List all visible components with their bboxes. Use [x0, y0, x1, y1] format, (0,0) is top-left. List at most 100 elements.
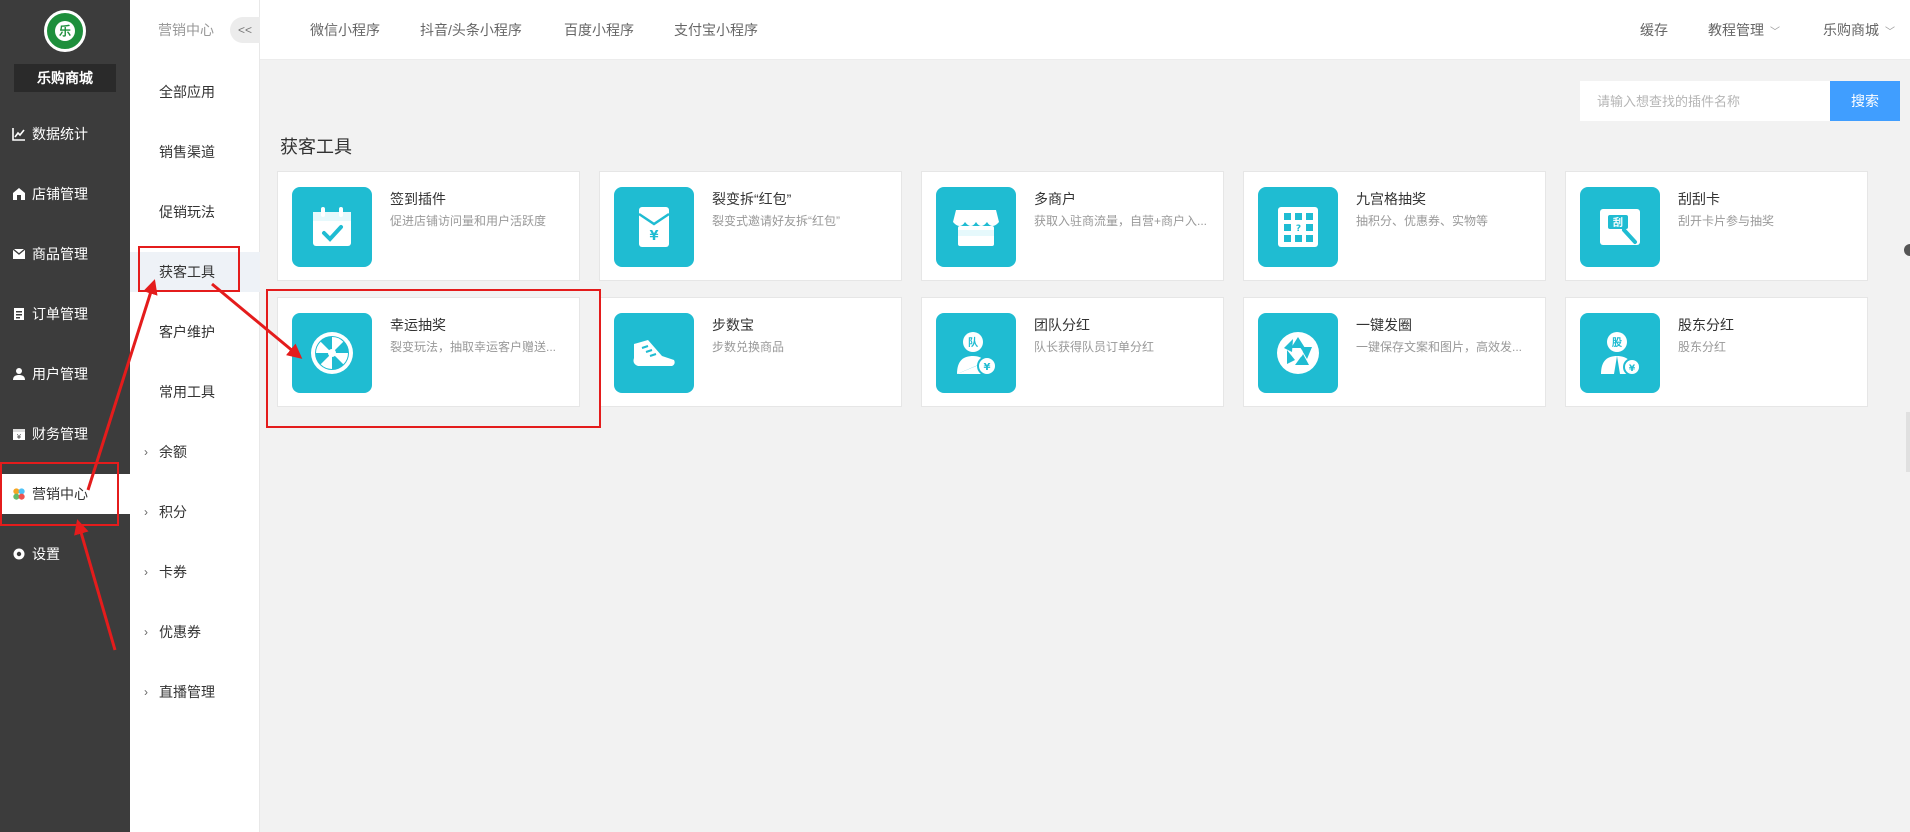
subnav-item-label: 优惠券	[159, 624, 201, 640]
camera-shutter-icon	[1258, 313, 1338, 393]
plugin-desc: 裂变式邀请好友拆“红包”	[712, 214, 840, 228]
plugin-title: 步数宝	[712, 317, 754, 333]
order-icon	[12, 307, 26, 321]
logo-icon: 乐	[55, 21, 75, 41]
gear-icon	[12, 547, 26, 561]
scrollbar[interactable]	[1906, 412, 1910, 472]
tab-wechat-miniapp[interactable]: 微信小程序	[310, 20, 380, 40]
edge-handle[interactable]	[1904, 244, 1910, 256]
svg-text:?: ?	[1296, 224, 1301, 234]
subnav-item-cards[interactable]: › 卡券	[130, 552, 260, 592]
nav-item-label: 数据统计	[32, 126, 88, 142]
subnav-item-all-apps[interactable]: 全部应用	[130, 72, 260, 112]
plugin-desc: 刮开卡片参与抽奖	[1678, 214, 1775, 228]
plugin-title: 签到插件	[390, 191, 446, 207]
plugin-title: 一键发圈	[1356, 317, 1412, 333]
tab-alipay-miniapp[interactable]: 支付宝小程序	[674, 20, 758, 40]
svg-text:¥: ¥	[649, 229, 658, 244]
highlight-box-marketing	[0, 462, 119, 526]
tab-baidu-miniapp[interactable]: 百度小程序	[564, 20, 634, 40]
plugin-desc: 获取入驻商流量，自营+商户入...	[1034, 214, 1208, 228]
nav-item-users[interactable]: 用户管理	[0, 354, 130, 394]
plugin-card-step-treasure[interactable]: 步数宝 步数兑换商品	[599, 297, 902, 407]
svg-text:¥: ¥	[984, 362, 991, 373]
plugin-title: 股东分红	[1678, 317, 1734, 333]
chart-line-icon	[12, 127, 26, 141]
plugin-card-scratch-card[interactable]: 刮 刮刮卡 刮开卡片参与抽奖	[1565, 171, 1868, 281]
nav-item-label: 财务管理	[32, 426, 88, 442]
svg-text:¥: ¥	[1629, 364, 1636, 374]
store-icon	[12, 187, 26, 201]
plugin-desc: 促进店铺访问量和用户活跃度	[390, 214, 547, 228]
red-envelope-icon: ¥	[614, 187, 694, 267]
plugin-card-team-dividend[interactable]: 队 ¥ 团队分红 队长获得队员订单分红	[921, 297, 1224, 407]
subnav-item-balance[interactable]: › 余额	[130, 432, 260, 472]
nav-item-data-stats[interactable]: 数据统计	[0, 114, 130, 154]
plugin-title: 多商户	[1034, 191, 1076, 207]
tutorial-menu[interactable]: 教程管理 ﹀	[1708, 20, 1780, 40]
nav-item-store[interactable]: 店铺管理	[0, 174, 130, 214]
nav-item-finance[interactable]: ¥ 财务管理	[0, 414, 130, 454]
shareholder-glyph: 股	[1612, 337, 1623, 349]
collapse-button[interactable]: <<	[230, 17, 260, 43]
main-sidebar: 乐 乐购商城 数据统计 店铺管理 商品管理 订单管理 用户管理 ¥ 财务管理 营…	[0, 0, 130, 832]
cache-link[interactable]: 缓存	[1640, 20, 1668, 40]
plugin-card-red-envelope[interactable]: ¥ 裂变拆“红包” 裂变式邀请好友拆“红包”	[599, 171, 902, 281]
box-icon	[12, 247, 26, 261]
subnav-item-customer-care[interactable]: 客户维护	[130, 312, 260, 352]
subnav-item-label: 直播管理	[159, 684, 215, 700]
plugin-desc: 队长获得队员订单分红	[1034, 340, 1155, 354]
nav-item-label: 店铺管理	[32, 186, 88, 202]
user-icon	[12, 367, 26, 381]
shop-menu-label: 乐购商城	[1823, 22, 1879, 38]
plugin-card-multi-merchant[interactable]: 多商户 获取入驻商流量，自营+商户入...	[921, 171, 1224, 281]
search-input[interactable]	[1580, 81, 1830, 121]
sneaker-icon	[614, 313, 694, 393]
nav-item-orders[interactable]: 订单管理	[0, 294, 130, 334]
plugin-title: 裂变拆“红包”	[712, 191, 792, 207]
nav-item-goods[interactable]: 商品管理	[0, 234, 130, 274]
search-button[interactable]: 搜索	[1830, 81, 1900, 121]
chevron-right-icon: ›	[144, 505, 148, 519]
subnav-item-common-tools[interactable]: 常用工具	[130, 372, 260, 412]
chevron-right-icon: ›	[144, 565, 148, 579]
subnav-item-coupons[interactable]: › 优惠券	[130, 612, 260, 652]
subnav-item-label: 余额	[159, 444, 187, 460]
tutorial-label: 教程管理	[1708, 22, 1764, 38]
scratch-card-icon: 刮	[1580, 187, 1660, 267]
chevron-down-icon: ﹀	[1885, 27, 1895, 38]
shop-menu[interactable]: 乐购商城 ﹀	[1823, 20, 1895, 40]
section-title: 获客工具	[280, 137, 352, 157]
chevron-right-icon: ›	[144, 445, 148, 459]
team-dividend-icon: 队 ¥	[936, 313, 1016, 393]
subnav-item-promotions[interactable]: 促销玩法	[130, 192, 260, 232]
tab-douyin-miniapp[interactable]: 抖音/头条小程序	[420, 20, 522, 40]
shop-logo[interactable]: 乐	[44, 10, 86, 52]
nav-item-settings[interactable]: 设置	[0, 534, 130, 574]
calendar-check-icon	[292, 187, 372, 267]
nav-item-label: 用户管理	[32, 366, 88, 382]
plugin-desc: 一键保存文案和图片，高效发...	[1356, 340, 1523, 354]
grid-lottery-icon: ?	[1258, 187, 1338, 267]
top-bar: 微信小程序 抖音/头条小程序 百度小程序 支付宝小程序 缓存 教程管理 ﹀ 乐购商…	[260, 0, 1910, 60]
scratch-glyph: 刮	[1613, 216, 1623, 229]
subnav-item-live[interactable]: › 直播管理	[130, 672, 260, 712]
chevron-down-icon: ﹀	[1770, 27, 1780, 38]
svg-text:¥: ¥	[17, 433, 22, 441]
storefront-icon	[936, 187, 1016, 267]
chevron-right-icon: ›	[144, 685, 148, 699]
subnav-item-points[interactable]: › 积分	[130, 492, 260, 532]
plugin-card-shareholder-dividend[interactable]: 股 ¥ 股东分红 股东分红	[1565, 297, 1868, 407]
subnav-title: 营销中心	[158, 22, 214, 38]
plugin-desc: 股东分红	[1678, 340, 1727, 354]
shareholder-icon: 股 ¥	[1580, 313, 1660, 393]
plugin-card-checkin[interactable]: 签到插件 促进店铺访问量和用户活跃度	[277, 171, 580, 281]
chevron-right-icon: ›	[144, 625, 148, 639]
nav-item-label: 设置	[32, 546, 60, 562]
plugin-title: 刮刮卡	[1678, 191, 1720, 207]
subnav-item-sales-channels[interactable]: 销售渠道	[130, 132, 260, 172]
highlight-box-lucky-draw	[266, 289, 601, 428]
nav-item-label: 订单管理	[32, 306, 88, 322]
plugin-card-grid-lottery[interactable]: ? 九宫格抽奖 抽积分、优惠券、实物等	[1243, 171, 1546, 281]
plugin-card-one-click-share[interactable]: 一键发圈 一键保存文案和图片，高效发...	[1243, 297, 1546, 407]
